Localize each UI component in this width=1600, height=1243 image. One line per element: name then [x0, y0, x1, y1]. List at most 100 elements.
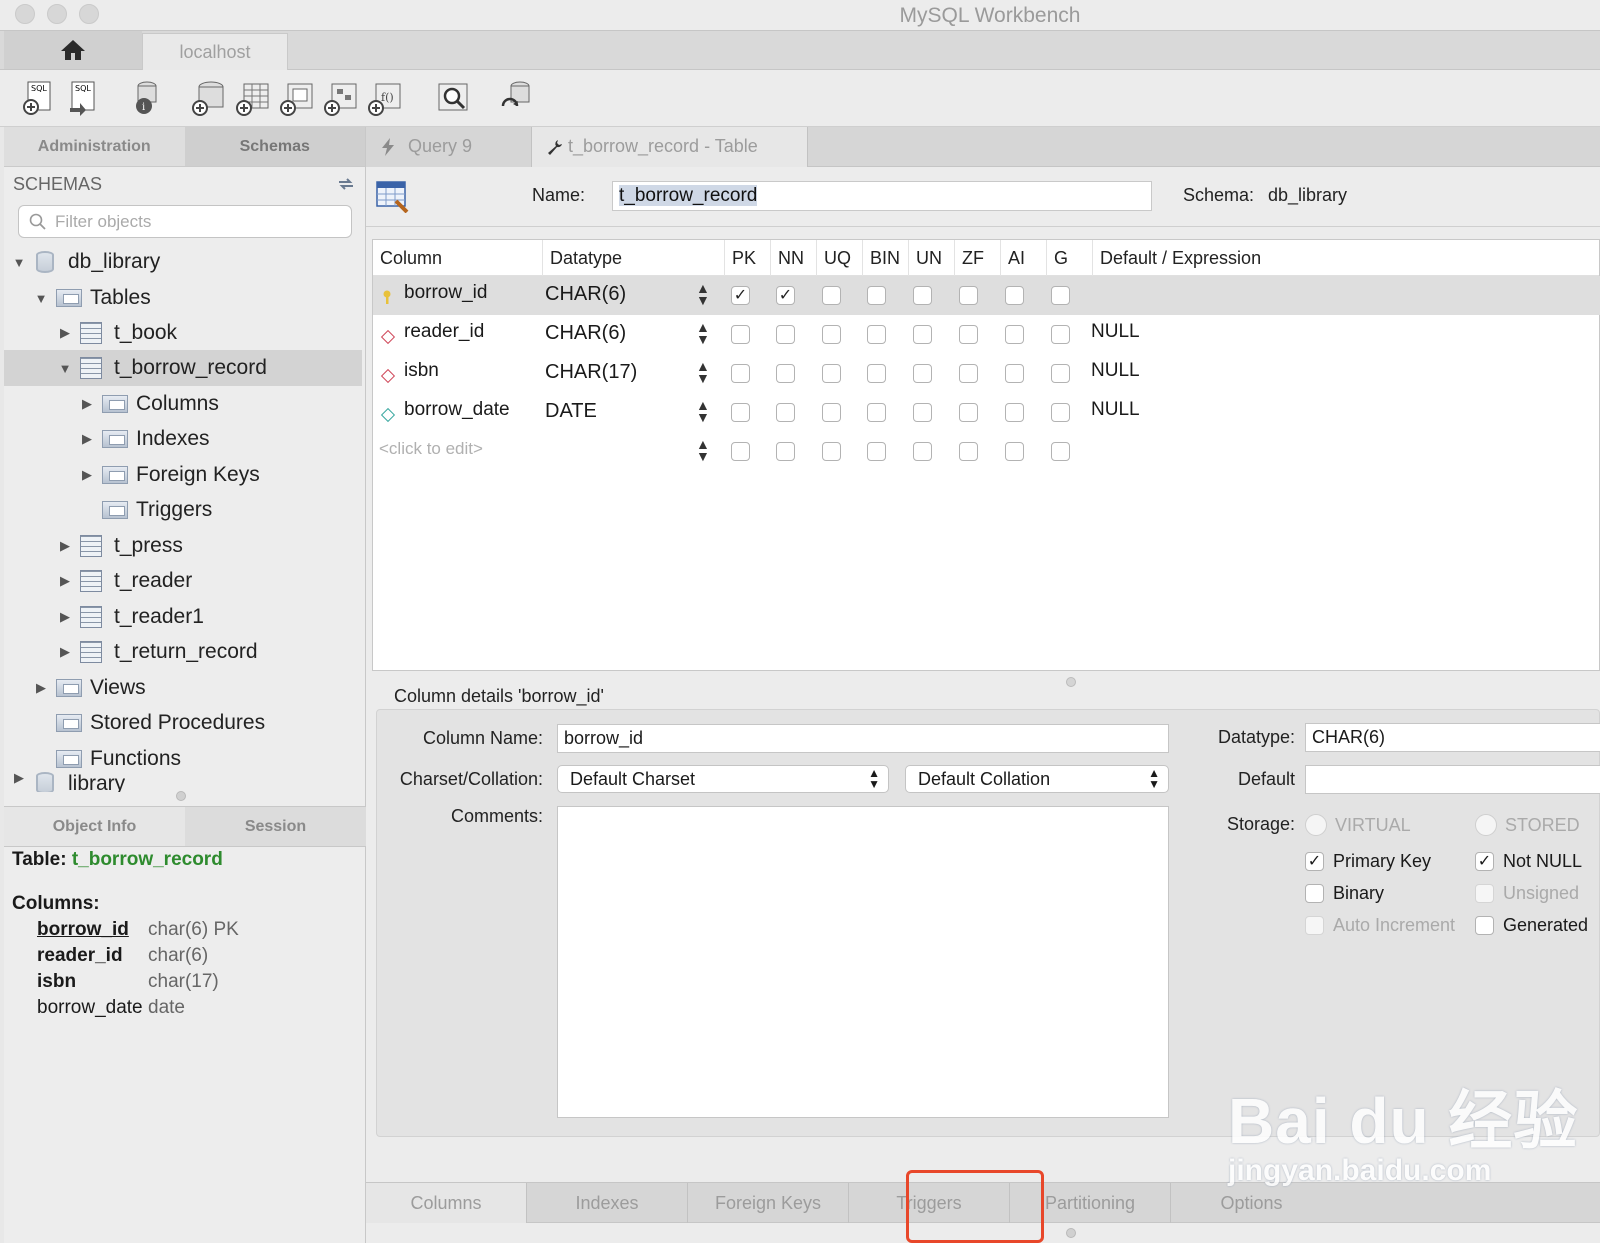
chevron-down-icon[interactable]: ▼ [12, 255, 26, 270]
connection-tab-localhost[interactable]: localhost [142, 33, 288, 70]
nn-checkbox[interactable] [776, 325, 795, 344]
column-name-input[interactable]: borrow_id [557, 724, 1169, 753]
default-cell[interactable]: NULL [1091, 393, 1140, 432]
binary-checkbox[interactable]: Binary [1305, 883, 1384, 904]
tree-node-indexes[interactable]: ▶ Indexes [80, 421, 210, 457]
tab-schemas[interactable]: Schemas [184, 127, 365, 166]
un-checkbox[interactable] [913, 442, 932, 461]
tree-node-t-press[interactable]: ▶ t_press [58, 528, 183, 564]
g-checkbox[interactable] [1051, 286, 1070, 305]
default-cell[interactable]: NULL [1091, 354, 1140, 393]
tab-object-info[interactable]: Object Info [4, 807, 185, 846]
column-name-cell[interactable]: isbn [404, 354, 439, 393]
filter-objects-input[interactable]: Filter objects [18, 205, 352, 238]
bin-checkbox[interactable] [867, 286, 886, 305]
chevron-down-icon[interactable]: ▼ [58, 361, 72, 376]
chevron-right-icon[interactable]: ▶ [58, 325, 72, 341]
un-checkbox[interactable] [913, 286, 932, 305]
header-default[interactable]: Default / Expression [1093, 240, 1600, 276]
datatype-cell[interactable]: CHAR(17) [545, 354, 637, 393]
bin-checkbox[interactable] [867, 364, 886, 383]
open-sql-script-icon[interactable]: SQL [66, 80, 100, 116]
tree-node-triggers[interactable]: Triggers [102, 492, 212, 528]
un-checkbox[interactable] [913, 364, 932, 383]
new-sql-tab-icon[interactable]: SQL [22, 80, 56, 116]
chevron-right-icon[interactable]: ▶ [80, 467, 94, 483]
chevron-right-icon[interactable]: ▶ [34, 680, 48, 696]
nn-checkbox[interactable]: ✓ [776, 286, 795, 305]
header-nn[interactable]: NN [771, 240, 817, 276]
uq-checkbox[interactable] [822, 403, 841, 422]
chevron-right-icon[interactable]: ▶ [58, 644, 72, 660]
bottom-splitter-handle[interactable] [1066, 1228, 1076, 1238]
tree-node-views[interactable]: ▶ Views [34, 670, 146, 706]
tab-options[interactable]: Options [1171, 1183, 1332, 1223]
default-cell[interactable]: NULL [1091, 315, 1140, 354]
tree-node-tables[interactable]: ▼ Tables [34, 280, 151, 316]
refresh-icon[interactable] [337, 177, 355, 191]
datatype-cell[interactable]: CHAR(6) [545, 276, 626, 315]
tree-node-t-borrow-record[interactable]: ▼ t_borrow_record [4, 350, 362, 386]
tree-node-foreign-keys[interactable]: ▶ Foreign Keys [80, 457, 260, 493]
nn-checkbox[interactable] [776, 442, 795, 461]
editor-splitter-handle[interactable] [1066, 677, 1076, 687]
primary-key-checkbox[interactable]: ✓ Primary Key [1305, 851, 1431, 872]
ai-checkbox[interactable] [1005, 442, 1024, 461]
create-table-icon[interactable] [236, 80, 270, 116]
nn-checkbox[interactable] [776, 364, 795, 383]
tab-administration[interactable]: Administration [4, 127, 185, 166]
comments-textarea[interactable] [557, 806, 1169, 1118]
tab-indexes[interactable]: Indexes [527, 1183, 688, 1223]
panel-splitter-handle[interactable] [176, 791, 186, 801]
chevron-right-icon[interactable]: ▶ [80, 431, 94, 447]
header-ai[interactable]: AI [1001, 240, 1047, 276]
ai-checkbox[interactable] [1005, 325, 1024, 344]
not-null-checkbox[interactable]: ✓ Not NULL [1475, 851, 1600, 872]
tab-query-9[interactable]: Query 9 [366, 127, 532, 167]
chevron-down-icon[interactable]: ▼ [34, 291, 48, 306]
virtual-radio[interactable]: VIRTUAL [1305, 814, 1411, 836]
table-row[interactable]: borrow_date DATE ▲ ▼ NULL [373, 393, 1600, 432]
bin-checkbox[interactable] [867, 325, 886, 344]
chevron-right-icon[interactable]: ▶ [12, 770, 26, 786]
tree-node-library[interactable]: ▶ library [12, 770, 125, 792]
pk-checkbox[interactable] [731, 442, 750, 461]
header-bin[interactable]: BIN [863, 240, 909, 276]
bin-checkbox[interactable] [867, 442, 886, 461]
tree-node-t-reader1[interactable]: ▶ t_reader1 [58, 599, 204, 635]
pk-checkbox[interactable] [731, 325, 750, 344]
create-function-icon[interactable]: f() [368, 80, 402, 116]
tab-columns[interactable]: Columns [366, 1183, 527, 1223]
column-name-cell[interactable]: reader_id [404, 315, 484, 354]
tree-node-db-library[interactable]: ▼ db_library [12, 244, 160, 280]
nn-checkbox[interactable] [776, 403, 795, 422]
charset-select[interactable]: Default Charset ▲ ▼ [557, 765, 889, 793]
datatype-cell[interactable]: CHAR(6) [545, 315, 626, 354]
chevron-right-icon[interactable]: ▶ [58, 573, 72, 589]
tree-node-columns[interactable]: ▶ Columns [80, 386, 219, 422]
unsigned-checkbox[interactable]: Unsigned [1475, 883, 1600, 904]
header-zf[interactable]: ZF [955, 240, 1001, 276]
tree-node-t-return-record[interactable]: ▶ t_return_record [58, 634, 258, 670]
reconnect-icon[interactable] [500, 80, 534, 116]
column-name-cell[interactable]: borrow_id [404, 276, 487, 315]
datatype-cell[interactable]: DATE [545, 393, 597, 432]
header-un[interactable]: UN [909, 240, 955, 276]
auto-increment-checkbox[interactable]: Auto Increment [1305, 915, 1455, 936]
ai-checkbox[interactable] [1005, 403, 1024, 422]
tree-node-t-book[interactable]: ▶ t_book [58, 315, 177, 351]
uq-checkbox[interactable] [822, 442, 841, 461]
zf-checkbox[interactable] [959, 442, 978, 461]
header-column[interactable]: Column [373, 240, 543, 276]
tree-node-t-reader[interactable]: ▶ t_reader [58, 563, 192, 599]
chevron-right-icon[interactable]: ▶ [58, 538, 72, 554]
chevron-updown-icon[interactable]: ▲ ▼ [696, 359, 710, 385]
chevron-right-icon[interactable]: ▶ [58, 609, 72, 625]
new-column-row[interactable]: <click to edit> ▲ ▼ [373, 432, 1600, 471]
chevron-updown-icon[interactable]: ▲ ▼ [696, 398, 710, 424]
chevron-updown-icon[interactable]: ▲ ▼ [696, 320, 710, 346]
zf-checkbox[interactable] [959, 403, 978, 422]
ai-checkbox[interactable] [1005, 364, 1024, 383]
uq-checkbox[interactable] [822, 286, 841, 305]
collation-select[interactable]: Default Collation ▲ ▼ [905, 765, 1169, 793]
